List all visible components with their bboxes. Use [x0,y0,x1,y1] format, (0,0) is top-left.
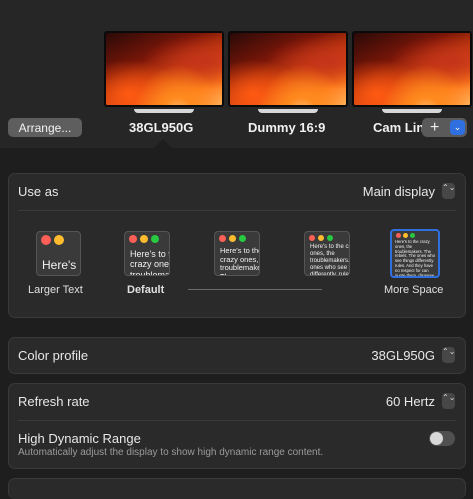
minimize-dot-icon [229,235,236,242]
hdr-label: High Dynamic Range [18,431,141,446]
hdr-toggle[interactable] [429,431,455,446]
next-card-edge [8,478,466,499]
close-dot-icon [219,235,226,242]
close-dot-icon [129,235,137,243]
refresh-rate-value[interactable]: 60 Hertz [386,394,435,409]
display-wallpaper-preview [352,31,472,107]
minimize-dot-icon [54,235,64,245]
use-as-label: Use as [18,184,59,199]
selected-display-pointer [153,139,173,148]
window-controls [41,235,67,253]
resolution-label-larger-text: Larger Text [28,284,83,296]
display-arrangement-strip: Arrange... 38GL950G Dummy 16:9 Cam Link … [0,0,473,148]
refresh-rate-stepper-icon[interactable]: ⌃⌄ [442,393,455,409]
display-label-dummy[interactable]: Dummy 16:9 [248,120,325,135]
resolution-option-more-space[interactable]: Here's to the crazy ones, the troublemak… [390,229,440,278]
display-stand [134,109,194,113]
resolution-label-default: Default [127,284,165,296]
color-profile-label: Color profile [18,348,89,363]
resolution-option-larger-text[interactable]: Here's [36,231,81,276]
resolution-preview-text: Here's to the crazy ones, the troublemak… [395,239,435,278]
resolution-preview-text: Here's to the crazy ones, the troublemak… [220,246,259,275]
refresh-rate-card: Refresh rate 60 Hertz ⌃⌄ High Dynamic Ra… [8,383,466,469]
zoom-dot-icon [327,235,333,241]
use-as-stepper-icon[interactable]: ⌃⌄ [442,183,455,199]
zoom-dot-icon [151,235,159,243]
refresh-rate-label: Refresh rate [18,394,90,409]
close-dot-icon [309,235,315,241]
plus-icon: + [430,119,440,136]
display-thumbnail-dummy[interactable] [228,31,348,113]
chevron-down-icon[interactable]: ⌄ [450,120,465,135]
divider [18,210,456,211]
close-dot-icon [396,233,401,238]
color-profile-stepper-icon[interactable]: ⌃⌄ [442,347,455,363]
close-dot-icon [41,235,51,245]
display-wallpaper-preview [228,31,348,107]
resolution-preview-text: Here's to the crazy ones, the troublemak… [310,244,350,276]
resolution-option-4[interactable]: Here's to the crazy ones, the troublemak… [304,231,350,276]
display-label-38gl950g[interactable]: 38GL950G [129,120,193,135]
minimize-dot-icon [140,235,148,243]
color-profile-value[interactable]: 38GL950G [371,348,435,363]
color-profile-card: Color profile 38GL950G ⌃⌄ [8,337,466,374]
resolution-preview-text: Here's [42,258,77,272]
zoom-dot-icon [239,235,246,242]
arrange-button[interactable]: Arrange... [8,118,82,137]
toggle-knob [430,432,443,445]
minimize-dot-icon [318,235,324,241]
display-wallpaper-preview [104,31,224,107]
resolution-preview-text: Here's to the crazy ones troublemakers [130,249,170,276]
use-as-value[interactable]: Main display [363,184,435,199]
display-thumbnail-cam-link[interactable] [352,31,472,113]
resolution-option-default[interactable]: Here's to the crazy ones troublemakers [124,231,170,276]
add-display-button[interactable]: + ⌄ [422,118,467,137]
divider [18,420,456,421]
resolution-label-more-space: More Space [384,284,444,296]
resolution-option-3[interactable]: Here's to the crazy ones, the troublemak… [214,231,260,276]
minimize-dot-icon [403,233,408,238]
display-stand [258,109,318,113]
hdr-description: Automatically adjust the display to show… [18,447,324,458]
zoom-dot-icon [410,233,415,238]
display-thumbnail-38gl950g[interactable] [104,31,224,113]
resolution-scale-line [188,289,322,290]
display-stand [382,109,442,113]
